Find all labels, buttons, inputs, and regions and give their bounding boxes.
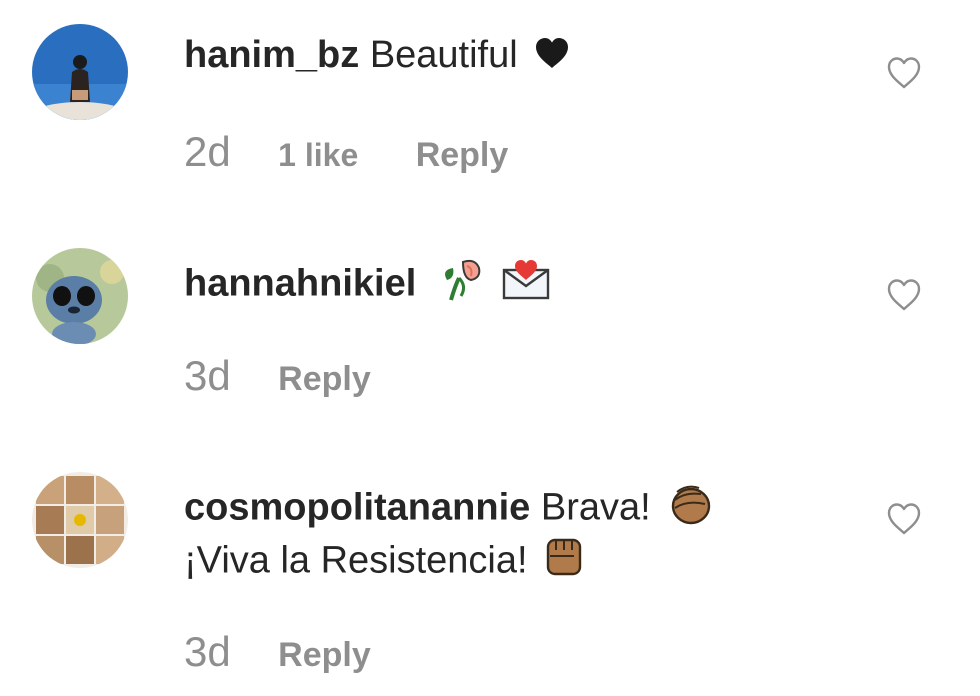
reply-button[interactable]: Reply bbox=[416, 136, 509, 175]
comment-timestamp[interactable]: 3d bbox=[184, 352, 231, 400]
comment-text-line: cosmopolitanannie Brava! bbox=[184, 480, 713, 539]
like-heart-icon[interactable] bbox=[886, 278, 922, 312]
avatar-image bbox=[32, 248, 128, 344]
reply-button[interactable]: Reply bbox=[278, 636, 371, 675]
comment-like-count[interactable]: 1 like bbox=[278, 137, 358, 174]
comment-timestamp[interactable]: 3d bbox=[184, 628, 231, 676]
comment-body: Brava! bbox=[540, 486, 651, 529]
avatar-image bbox=[32, 472, 128, 568]
like-heart-icon[interactable] bbox=[886, 56, 922, 90]
comment-item: hannahnikiel 3d Reply bbox=[0, 220, 980, 450]
black-heart-icon bbox=[534, 32, 570, 82]
clapping-hands-icon bbox=[667, 480, 713, 539]
comment-item: cosmopolitanannie Brava! ¡Viva la Resist… bbox=[0, 450, 980, 696]
wilted-rose-icon bbox=[437, 256, 489, 315]
comment-meta: 3d Reply bbox=[184, 352, 371, 400]
avatar-image bbox=[32, 24, 128, 120]
comment-meta: 3d Reply bbox=[184, 628, 371, 676]
comment-body-line-2: ¡Viva la Resistencia! bbox=[184, 539, 528, 582]
comment-item: hanim_bz Beautiful 2d 1 like Reply bbox=[0, 0, 980, 220]
comment-text-line: hanim_bz Beautiful bbox=[184, 30, 570, 82]
avatar-cosmopolitanannie[interactable] bbox=[32, 472, 128, 568]
avatar-hannahnikiel[interactable] bbox=[32, 248, 128, 344]
reply-button[interactable]: Reply bbox=[278, 360, 371, 399]
comment-timestamp[interactable]: 2d bbox=[184, 128, 231, 176]
comment-username[interactable]: hanim_bz bbox=[184, 34, 359, 76]
love-letter-icon bbox=[501, 256, 551, 315]
comment-meta: 2d 1 like Reply bbox=[184, 128, 508, 176]
comment-text-line: hannahnikiel bbox=[184, 256, 551, 315]
raised-fist-icon bbox=[544, 534, 584, 591]
comment-body: Beautiful bbox=[369, 34, 518, 76]
comment-text-line-2: ¡Viva la Resistencia! bbox=[184, 534, 584, 591]
comment-username[interactable]: cosmopolitanannie bbox=[184, 487, 530, 529]
comment-username[interactable]: hannahnikiel bbox=[184, 263, 416, 305]
like-heart-icon[interactable] bbox=[886, 502, 922, 536]
avatar-hanim-bz[interactable] bbox=[32, 24, 128, 120]
